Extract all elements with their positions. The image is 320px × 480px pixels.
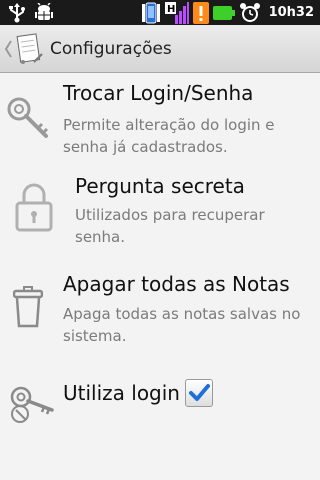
sim-icon bbox=[141, 2, 160, 23]
setting-change-login[interactable]: Trocar Login/Senha Permite alteração do … bbox=[0, 72, 320, 170]
keys-icon bbox=[10, 386, 54, 423]
alarm-icon bbox=[239, 2, 260, 22]
signal-h-icon: H bbox=[164, 1, 189, 24]
app-notepad-icon[interactable] bbox=[14, 32, 44, 66]
warning-icon bbox=[192, 1, 209, 24]
setting-title: Trocar Login/Senha bbox=[63, 81, 254, 105]
svg-text:H: H bbox=[167, 4, 175, 15]
setting-title: Apagar todas as Notas bbox=[63, 272, 290, 296]
setting-description: Utilizados para recuperar senha. bbox=[75, 206, 265, 246]
back-chevron-icon[interactable] bbox=[4, 39, 13, 59]
status-bar: H 10h32 bbox=[0, 0, 320, 25]
title-bar: Configurações bbox=[0, 25, 320, 73]
use-login-checkbox[interactable] bbox=[185, 379, 213, 407]
android-debug-icon bbox=[35, 2, 53, 20]
setting-delete-notes[interactable]: Apagar todas as Notas Apaga todas as not… bbox=[0, 262, 320, 362]
check-icon bbox=[189, 384, 210, 401]
setting-description: Permite alteração do login e senha já ca… bbox=[63, 116, 275, 156]
usb-icon bbox=[9, 2, 25, 22]
trash-icon bbox=[13, 286, 43, 328]
setting-title: Utiliza login bbox=[63, 381, 180, 405]
battery-icon bbox=[212, 5, 235, 20]
padlock-icon bbox=[15, 183, 53, 232]
setting-secret-question[interactable]: Pergunta secreta Utilizados para recuper… bbox=[0, 170, 320, 262]
setting-description: Apaga todas as notas salvas no sistema. bbox=[63, 305, 301, 345]
setting-title: Pergunta secreta bbox=[75, 174, 245, 198]
page-title: Configurações bbox=[50, 38, 172, 59]
status-time: 10h32 bbox=[268, 5, 314, 20]
key-icon bbox=[7, 97, 49, 138]
setting-use-login[interactable]: Utiliza login bbox=[0, 362, 320, 424]
